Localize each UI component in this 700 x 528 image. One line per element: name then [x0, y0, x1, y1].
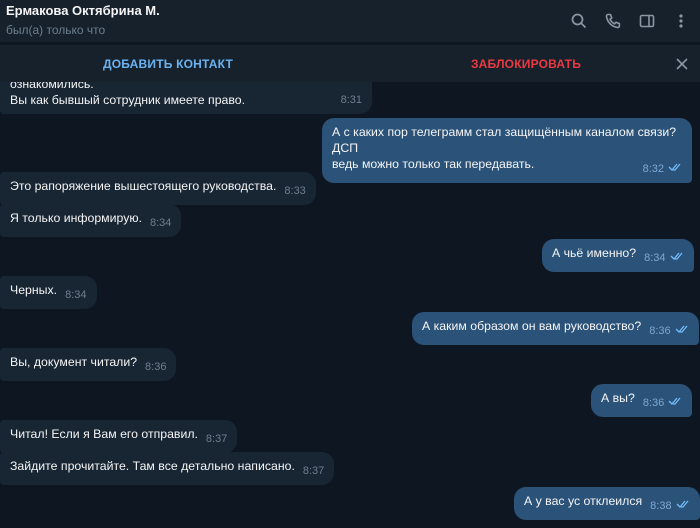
message-time: 8:36	[145, 361, 167, 373]
message-text: А вы?	[601, 391, 635, 405]
message-time: 8:37	[205, 433, 228, 445]
new-contact-bar: ДОБАВИТЬ КОНТАКТ ЗАБЛОКИРОВАТЬ	[0, 44, 700, 82]
message-time: 8:32	[642, 163, 664, 175]
message-text: Зайдите прочитайте. Там все детально нап…	[10, 459, 295, 473]
message-time: 8:38	[650, 500, 672, 512]
message-incoming[interactable]: Это рапоряжение вышестоящего руководства…	[0, 172, 316, 205]
phone-icon[interactable]	[596, 4, 630, 38]
message-incoming[interactable]: Я только информирую. 8:34	[0, 204, 182, 237]
message-incoming[interactable]: Зайдите прочитайте. Там все детально нап…	[0, 452, 335, 485]
add-contact-button[interactable]: ДОБАВИТЬ КОНТАКТ	[0, 57, 336, 71]
search-icon[interactable]	[562, 4, 596, 38]
more-icon[interactable]	[664, 4, 698, 38]
sidebar-icon[interactable]	[630, 4, 664, 38]
message-incoming[interactable]: ознакомились. Вы как бывшый сотрудник им…	[0, 82, 372, 114]
double-check-icon	[668, 394, 682, 410]
double-check-icon	[668, 160, 682, 176]
message-incoming[interactable]: Черных. 8:34	[0, 276, 97, 309]
contact-status: был(а) только что	[6, 22, 106, 37]
message-time: 8:36	[642, 397, 665, 409]
message-time: 8:34	[149, 217, 172, 229]
message-text: Читал! Если я Вам его отправил.	[10, 427, 198, 441]
double-check-icon	[676, 497, 690, 513]
message-outgoing[interactable]: А у вас ус отклеился 8:38	[514, 487, 700, 520]
message-time: 8:31	[340, 94, 362, 106]
double-check-icon	[670, 249, 684, 265]
message-time: 8:34	[65, 289, 87, 301]
message-text: Черных.	[10, 283, 58, 297]
message-text: А с каких пор телеграмм стал защищённым …	[332, 125, 677, 155]
message-text: А у вас ус отклеился	[524, 494, 643, 508]
message-text: А чьё именно?	[552, 246, 637, 260]
message-text: ознакомились.	[10, 82, 94, 91]
message-text: Это рапоряжение вышестоящего руководства…	[10, 179, 277, 193]
message-text: А каким образом он вам руководство?	[422, 319, 642, 333]
message-time: 8:37	[302, 465, 325, 477]
double-check-icon	[675, 322, 689, 338]
message-text: Я только информирую.	[10, 211, 142, 225]
message-outgoing[interactable]: А вы? 8:36	[591, 384, 693, 417]
message-time: 8:33	[284, 185, 306, 197]
message-list[interactable]: ознакомились. Вы как бывшый сотрудник им…	[0, 82, 700, 528]
chat-title-block[interactable]: Ермакова Октябрина М. был(а) только что	[6, 3, 562, 38]
message-time: 8:36	[649, 325, 671, 337]
contact-name[interactable]: Ермакова Октябрина М.	[6, 3, 562, 19]
message-text: Вы как бывшый сотрудник имеете право. 8:3…	[10, 93, 362, 107]
close-icon[interactable]	[672, 54, 692, 74]
header-icons	[562, 4, 698, 38]
message-outgoing[interactable]: А каким образом он вам руководство? 8:36	[412, 312, 699, 345]
chat-header: Ермакова Октябрина М. был(а) только что	[0, 0, 700, 42]
message-incoming[interactable]: Читал! Если я Вам его отправил. 8:37	[0, 420, 238, 453]
message-outgoing[interactable]: А чьё именно? 8:34	[542, 239, 694, 272]
message-time: 8:34	[644, 252, 666, 264]
chat-window: Ермакова Октябрина М. был(а) только что	[0, 0, 700, 528]
message-incoming[interactable]: Вы, документ читали? 8:36	[0, 348, 177, 381]
message-outgoing[interactable]: А с каких пор телеграмм стал защищённым …	[322, 118, 692, 183]
message-text: Вы, документ читали?	[10, 355, 138, 369]
block-button[interactable]: ЗАБЛОКИРОВАТЬ	[350, 57, 700, 71]
message-text: ведь можно только так передавать. 8:32	[332, 156, 682, 175]
